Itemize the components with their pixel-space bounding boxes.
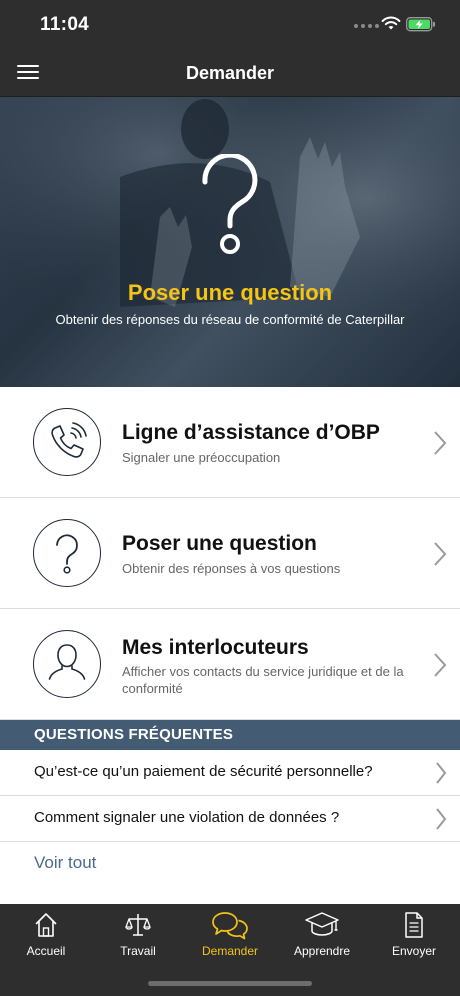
chevron-right-icon xyxy=(436,762,447,784)
ask-question-description: Obtenir des réponses à vos questions xyxy=(122,561,341,576)
ask-question-row[interactable]: Poser une question Obtenir des réponses … xyxy=(0,498,460,609)
faq-question: Comment signaler une violation de donnée… xyxy=(34,809,340,826)
chat-bubbles-icon xyxy=(212,912,248,940)
phone-ringing-icon xyxy=(33,408,101,476)
faq-item[interactable]: Comment signaler une violation de donnée… xyxy=(0,796,460,842)
person-icon xyxy=(33,630,101,698)
hero-banner[interactable]: Poser une question Obtenir des réponses … xyxy=(0,97,460,387)
home-indicator xyxy=(148,981,312,986)
see-all-link[interactable]: Voir tout xyxy=(34,853,96,873)
battery-charging-icon xyxy=(406,17,435,32)
faq-question: Qu’est-ce qu’un paiement de sécurité per… xyxy=(34,763,373,780)
ask-question-title: Poser une question xyxy=(122,532,317,555)
page-title: Demander xyxy=(185,63,275,83)
tab-apprendre[interactable]: Apprendre xyxy=(276,904,368,974)
tab-travail[interactable]: Travail xyxy=(92,904,184,974)
chevron-right-icon xyxy=(434,653,447,677)
contacts-title: Mes interlocuteurs xyxy=(122,636,309,659)
chevron-right-icon xyxy=(434,542,447,566)
question-circle-icon xyxy=(33,519,101,587)
hero-subtitle: Obtenir des réponses du réseau de confor… xyxy=(55,312,405,327)
tab-bar: Accueil Travail Demander Apprendre Envoy… xyxy=(0,904,460,996)
nav-bar: Demander xyxy=(0,50,460,97)
document-icon xyxy=(405,912,423,938)
contacts-description: Afficher vos contacts du service juridiq… xyxy=(122,664,404,696)
question-mark-icon xyxy=(202,154,258,254)
contacts-row[interactable]: Mes interlocuteurs Afficher vos contacts… xyxy=(0,609,460,720)
signal-dots-icon xyxy=(354,24,379,28)
status-time: 11:04 xyxy=(40,14,90,35)
tab-label: Accueil xyxy=(26,944,66,958)
house-icon xyxy=(35,913,57,937)
helpline-title: Ligne d’assistance d’OBP xyxy=(122,421,380,444)
wifi-icon xyxy=(381,16,401,30)
faq-header: QUESTIONS FRÉQUENTES xyxy=(0,720,460,750)
helpline-row[interactable]: Ligne d’assistance d’OBP Signaler une pr… xyxy=(0,387,460,498)
status-bar: 11:04 xyxy=(0,0,460,50)
graduation-cap-icon xyxy=(305,912,339,936)
tab-label: Apprendre xyxy=(293,944,351,958)
tab-label: Travail xyxy=(120,944,156,958)
hero-title: Poser une question xyxy=(127,280,333,305)
chevron-right-icon xyxy=(436,808,447,830)
helpline-description: Signaler une préoccupation xyxy=(122,450,281,465)
tab-label: Demander xyxy=(201,944,259,958)
tab-label: Envoyer xyxy=(391,944,437,958)
tab-envoyer[interactable]: Envoyer xyxy=(368,904,460,974)
scales-icon xyxy=(125,914,151,936)
tab-accueil[interactable]: Accueil xyxy=(0,904,92,974)
tab-demander[interactable]: Demander xyxy=(184,904,276,974)
chevron-right-icon xyxy=(434,431,447,455)
faq-item[interactable]: Qu’est-ce qu’un paiement de sécurité per… xyxy=(0,750,460,796)
